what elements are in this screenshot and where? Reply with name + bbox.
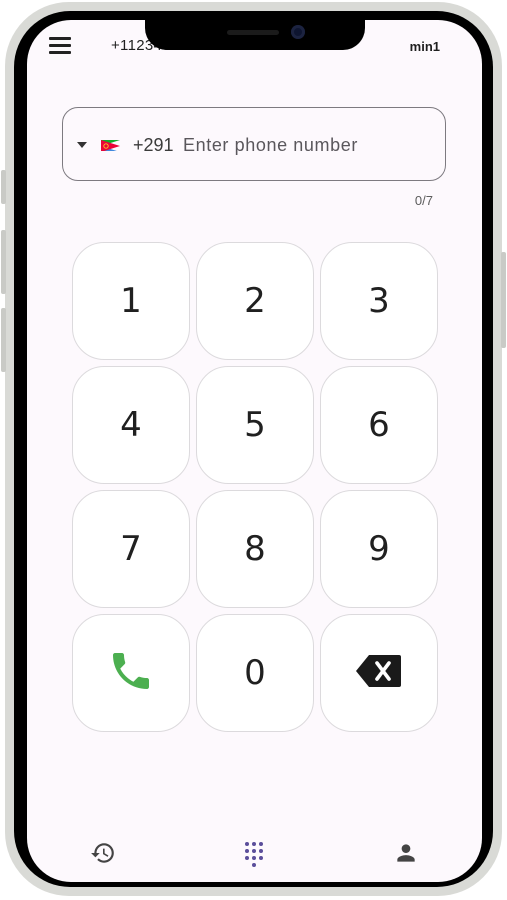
key-9[interactable]: 9 — [320, 490, 438, 608]
key-1[interactable]: 1 — [72, 242, 190, 360]
key-2[interactable]: 2 — [196, 242, 314, 360]
key-digit: 9 — [368, 529, 390, 569]
key-3[interactable]: 3 — [320, 242, 438, 360]
key-digit: 1 — [120, 281, 142, 321]
app-screen: +11234567890 min1 +291 Enter phone numbe… — [27, 20, 482, 882]
earpiece-speaker — [227, 30, 279, 35]
key-0[interactable]: 0 — [196, 614, 314, 732]
volume-up-button — [1, 230, 6, 294]
nav-history[interactable] — [83, 840, 123, 880]
key-6[interactable]: 6 — [320, 366, 438, 484]
username-label: min1 — [409, 39, 440, 54]
call-button[interactable] — [72, 614, 190, 732]
key-digit: 6 — [368, 405, 390, 445]
nav-contacts[interactable] — [386, 840, 426, 880]
key-digit: 5 — [244, 405, 266, 445]
country-dial-code[interactable]: +291 — [133, 135, 174, 156]
phone-input-placeholder[interactable]: Enter phone number — [183, 135, 358, 156]
menu-icon[interactable] — [49, 37, 71, 54]
eritrea-flag-icon[interactable] — [101, 139, 120, 151]
key-4[interactable]: 4 — [72, 366, 190, 484]
key-digit: 7 — [120, 529, 142, 569]
volume-down-button — [1, 308, 6, 372]
power-button — [501, 252, 506, 348]
character-counter: 0/7 — [414, 193, 433, 208]
device-notch — [145, 20, 365, 50]
key-8[interactable]: 8 — [196, 490, 314, 608]
nav-keypad[interactable] — [234, 840, 274, 880]
backspace-icon — [355, 653, 403, 694]
history-icon — [90, 840, 116, 871]
key-digit: 4 — [120, 405, 142, 445]
phone-icon — [107, 647, 155, 700]
bottom-navigation — [27, 828, 482, 882]
dialpad-icon — [245, 840, 263, 867]
person-icon — [393, 840, 419, 871]
phone-number-field[interactable]: +291 Enter phone number — [62, 107, 446, 181]
key-digit: 2 — [244, 281, 266, 321]
front-camera — [291, 25, 305, 39]
key-digit: 8 — [244, 529, 266, 569]
key-digit: 3 — [368, 281, 390, 321]
key-digit: 0 — [244, 653, 266, 693]
country-dropdown-arrow-icon[interactable] — [77, 142, 87, 148]
key-7[interactable]: 7 — [72, 490, 190, 608]
key-5[interactable]: 5 — [196, 366, 314, 484]
backspace-button[interactable] — [320, 614, 438, 732]
mute-switch — [1, 170, 6, 204]
